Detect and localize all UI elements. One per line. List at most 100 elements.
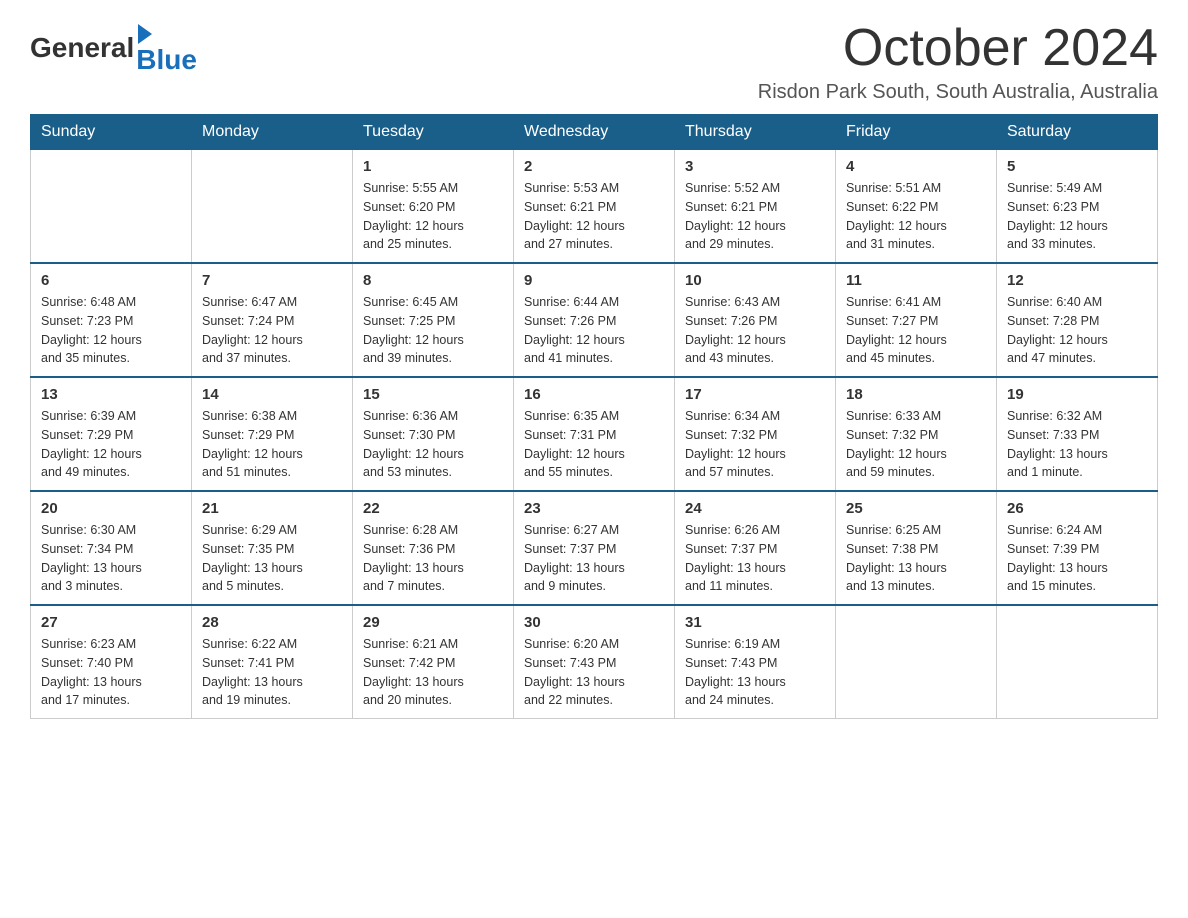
calendar-cell: 10Sunrise: 6:43 AM Sunset: 7:26 PM Dayli… — [675, 263, 836, 377]
calendar-cell: 25 Sunrise: 6:25 AM Sunset: 7:38 PM Dayli… — [836, 491, 997, 605]
day-info: Sunrise: 5:49 AM Sunset: 6:23 PM Dayligh… — [1007, 179, 1147, 254]
calendar-cell: 27Sunrise: 6:23 AM Sunset: 7:40 PM Dayli… — [31, 605, 192, 719]
day-number: 10 — [685, 272, 825, 289]
day-info: Sunrise: 6:29 AM Sunset: 7:35 PM Dayligh… — [202, 521, 342, 596]
day-number: 26 — [1007, 500, 1147, 517]
day-number: 6 — [41, 272, 181, 289]
day-header-thursday: Thursday — [675, 115, 836, 150]
day-info: Sunrise: 6:32 AM Sunset: 7:33 PM Dayligh… — [1007, 407, 1147, 482]
calendar-cell: 23Sunrise: 6:27 AM Sunset: 7:37 PM Dayli… — [514, 491, 675, 605]
day-number: 25 — [846, 500, 986, 517]
calendar-cell: 21 Sunrise: 6:29 AM Sunset: 7:35 PM Dayli… — [192, 491, 353, 605]
calendar-cell: 4 Sunrise: 5:51 AM Sunset: 6:22 PM Daylig… — [836, 150, 997, 264]
day-header-saturday: Saturday — [997, 115, 1158, 150]
calendar-table: SundayMondayTuesdayWednesdayThursdayFrid… — [30, 114, 1158, 719]
logo-blue-text: Blue — [136, 44, 197, 76]
calendar-cell: 3 Sunrise: 5:52 AM Sunset: 6:21 PM Daylig… — [675, 150, 836, 264]
page-header: General Blue October 2024 Risdon Park So… — [30, 20, 1158, 104]
calendar-cell: 5 Sunrise: 5:49 AM Sunset: 6:23 PM Daylig… — [997, 150, 1158, 264]
day-info: Sunrise: 6:23 AM Sunset: 7:40 PM Dayligh… — [41, 635, 181, 710]
day-info: Sunrise: 6:48 AM Sunset: 7:23 PM Dayligh… — [41, 293, 181, 368]
logo-arrow-icon — [138, 24, 152, 44]
day-info: Sunrise: 6:27 AM Sunset: 7:37 PM Dayligh… — [524, 521, 664, 596]
day-number: 17 — [685, 386, 825, 403]
calendar-week-row: 27Sunrise: 6:23 AM Sunset: 7:40 PM Dayli… — [31, 605, 1158, 719]
day-info: Sunrise: 5:55 AM Sunset: 6:20 PM Dayligh… — [363, 179, 503, 254]
day-info: Sunrise: 6:30 AM Sunset: 7:34 PM Dayligh… — [41, 521, 181, 596]
calendar-cell: 20 Sunrise: 6:30 AM Sunset: 7:34 PM Dayli… — [31, 491, 192, 605]
calendar-cell: 8Sunrise: 6:45 AM Sunset: 7:25 PM Daylig… — [353, 263, 514, 377]
day-info: Sunrise: 6:20 AM Sunset: 7:43 PM Dayligh… — [524, 635, 664, 710]
calendar-cell — [997, 605, 1158, 719]
day-info: Sunrise: 6:41 AM Sunset: 7:27 PM Dayligh… — [846, 293, 986, 368]
day-number: 3 — [685, 158, 825, 175]
day-number: 11 — [846, 272, 986, 289]
day-number: 1 — [363, 158, 503, 175]
calendar-header-row: SundayMondayTuesdayWednesdayThursdayFrid… — [31, 115, 1158, 150]
calendar-cell: 22 Sunrise: 6:28 AM Sunset: 7:36 PM Dayli… — [353, 491, 514, 605]
day-number: 9 — [524, 272, 664, 289]
calendar-week-row: 13Sunrise: 6:39 AM Sunset: 7:29 PM Dayli… — [31, 377, 1158, 491]
day-info: Sunrise: 6:45 AM Sunset: 7:25 PM Dayligh… — [363, 293, 503, 368]
day-header-wednesday: Wednesday — [514, 115, 675, 150]
title-block: October 2024 Risdon Park South, South Au… — [758, 20, 1158, 104]
calendar-cell: 30 Sunrise: 6:20 AM Sunset: 7:43 PM Dayli… — [514, 605, 675, 719]
day-info: Sunrise: 5:53 AM Sunset: 6:21 PM Dayligh… — [524, 179, 664, 254]
day-info: Sunrise: 6:44 AM Sunset: 7:26 PM Dayligh… — [524, 293, 664, 368]
day-info: Sunrise: 6:28 AM Sunset: 7:36 PM Dayligh… — [363, 521, 503, 596]
day-info: Sunrise: 6:21 AM Sunset: 7:42 PM Dayligh… — [363, 635, 503, 710]
calendar-cell: 18Sunrise: 6:33 AM Sunset: 7:32 PM Dayli… — [836, 377, 997, 491]
day-info: Sunrise: 6:47 AM Sunset: 7:24 PM Dayligh… — [202, 293, 342, 368]
day-info: Sunrise: 6:24 AM Sunset: 7:39 PM Dayligh… — [1007, 521, 1147, 596]
day-info: Sunrise: 6:33 AM Sunset: 7:32 PM Dayligh… — [846, 407, 986, 482]
day-info: Sunrise: 6:36 AM Sunset: 7:30 PM Dayligh… — [363, 407, 503, 482]
calendar-cell: 26 Sunrise: 6:24 AM Sunset: 7:39 PM Dayli… — [997, 491, 1158, 605]
day-info: Sunrise: 5:51 AM Sunset: 6:22 PM Dayligh… — [846, 179, 986, 254]
day-info: Sunrise: 5:52 AM Sunset: 6:21 PM Dayligh… — [685, 179, 825, 254]
calendar-cell: 7 Sunrise: 6:47 AM Sunset: 7:24 PM Daylig… — [192, 263, 353, 377]
day-number: 28 — [202, 614, 342, 631]
day-number: 4 — [846, 158, 986, 175]
logo: General Blue — [30, 20, 197, 76]
day-number: 22 — [363, 500, 503, 517]
calendar-cell: 17 Sunrise: 6:34 AM Sunset: 7:32 PM Dayli… — [675, 377, 836, 491]
day-info: Sunrise: 6:40 AM Sunset: 7:28 PM Dayligh… — [1007, 293, 1147, 368]
logo-general-text: General — [30, 32, 134, 64]
day-info: Sunrise: 6:22 AM Sunset: 7:41 PM Dayligh… — [202, 635, 342, 710]
day-number: 5 — [1007, 158, 1147, 175]
day-info: Sunrise: 6:25 AM Sunset: 7:38 PM Dayligh… — [846, 521, 986, 596]
day-info: Sunrise: 6:34 AM Sunset: 7:32 PM Dayligh… — [685, 407, 825, 482]
calendar-cell: 13Sunrise: 6:39 AM Sunset: 7:29 PM Dayli… — [31, 377, 192, 491]
calendar-cell: 24Sunrise: 6:26 AM Sunset: 7:37 PM Dayli… — [675, 491, 836, 605]
calendar-cell: 6 Sunrise: 6:48 AM Sunset: 7:23 PM Daylig… — [31, 263, 192, 377]
calendar-cell: 2Sunrise: 5:53 AM Sunset: 6:21 PM Daylig… — [514, 150, 675, 264]
day-number: 21 — [202, 500, 342, 517]
calendar-cell: 14Sunrise: 6:38 AM Sunset: 7:29 PM Dayli… — [192, 377, 353, 491]
day-number: 19 — [1007, 386, 1147, 403]
month-title: October 2024 — [758, 20, 1158, 77]
day-header-friday: Friday — [836, 115, 997, 150]
calendar-cell: 12Sunrise: 6:40 AM Sunset: 7:28 PM Dayli… — [997, 263, 1158, 377]
day-number: 20 — [41, 500, 181, 517]
calendar-cell — [192, 150, 353, 264]
calendar-cell: 31Sunrise: 6:19 AM Sunset: 7:43 PM Dayli… — [675, 605, 836, 719]
calendar-week-row: 1 Sunrise: 5:55 AM Sunset: 6:20 PM Daylig… — [31, 150, 1158, 264]
calendar-week-row: 6 Sunrise: 6:48 AM Sunset: 7:23 PM Daylig… — [31, 263, 1158, 377]
day-number: 30 — [524, 614, 664, 631]
day-info: Sunrise: 6:39 AM Sunset: 7:29 PM Dayligh… — [41, 407, 181, 482]
day-number: 29 — [363, 614, 503, 631]
day-number: 16 — [524, 386, 664, 403]
location-title: Risdon Park South, South Australia, Aust… — [758, 81, 1158, 104]
calendar-cell: 29 Sunrise: 6:21 AM Sunset: 7:42 PM Dayli… — [353, 605, 514, 719]
day-number: 7 — [202, 272, 342, 289]
calendar-cell: 1 Sunrise: 5:55 AM Sunset: 6:20 PM Daylig… — [353, 150, 514, 264]
day-number: 24 — [685, 500, 825, 517]
calendar-cell: 16 Sunrise: 6:35 AM Sunset: 7:31 PM Dayli… — [514, 377, 675, 491]
calendar-cell — [31, 150, 192, 264]
day-info: Sunrise: 6:35 AM Sunset: 7:31 PM Dayligh… — [524, 407, 664, 482]
day-header-monday: Monday — [192, 115, 353, 150]
day-info: Sunrise: 6:19 AM Sunset: 7:43 PM Dayligh… — [685, 635, 825, 710]
day-number: 15 — [363, 386, 503, 403]
calendar-cell: 19 Sunrise: 6:32 AM Sunset: 7:33 PM Dayli… — [997, 377, 1158, 491]
calendar-cell: 11 Sunrise: 6:41 AM Sunset: 7:27 PM Dayli… — [836, 263, 997, 377]
